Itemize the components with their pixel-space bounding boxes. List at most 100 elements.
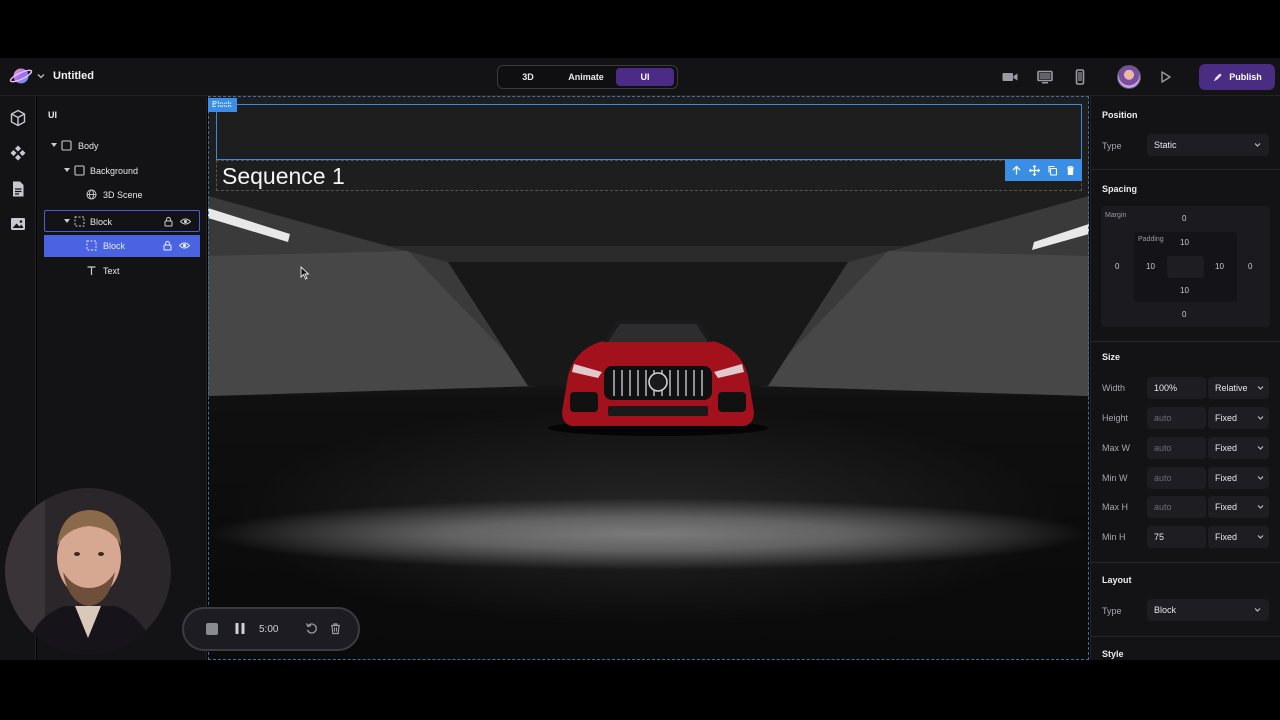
stop-recording-button[interactable]	[206, 623, 218, 635]
position-type-select[interactable]: Static	[1147, 134, 1269, 156]
margin-caption: Margin	[1105, 212, 1127, 219]
presenter-video-frame	[5, 488, 171, 654]
layer-label: Text	[103, 266, 120, 276]
app-logo-icon[interactable]	[9, 65, 33, 87]
width-input[interactable]: 100%	[1147, 377, 1206, 399]
margin-right-value[interactable]: 0	[1248, 262, 1252, 271]
eye-icon[interactable]	[180, 216, 191, 227]
rocket-icon	[1214, 73, 1222, 81]
tab-ui[interactable]: UI	[616, 68, 674, 86]
play-icon[interactable]	[1156, 68, 1174, 86]
max-height-unit-select[interactable]: Fixed	[1208, 496, 1269, 518]
position-type-label: Type	[1102, 141, 1122, 151]
sequence-heading-text[interactable]: Sequence 1	[222, 163, 345, 190]
layer-row-body[interactable]: Body	[44, 135, 200, 157]
publish-button[interactable]: Publish	[1199, 64, 1275, 90]
layer-row-3d-scene[interactable]: 3D Scene	[44, 184, 200, 206]
top-bar: Untitled 3D Animate UI Publish	[0, 58, 1280, 96]
eye-icon[interactable]	[179, 240, 190, 251]
user-avatar[interactable]	[1117, 65, 1141, 89]
max-width-label: Max W	[1102, 443, 1130, 453]
height-label: Height	[1102, 413, 1129, 423]
delete-icon[interactable]	[1065, 165, 1076, 176]
document-title[interactable]: Untitled	[53, 70, 94, 82]
move-icon[interactable]	[1029, 165, 1041, 176]
max-width-input[interactable]: auto	[1147, 437, 1206, 459]
caret-down-icon[interactable]	[51, 142, 57, 148]
height-unit-select[interactable]: Fixed	[1208, 407, 1269, 429]
tab-3d[interactable]: 3D	[500, 68, 556, 86]
text-element-outline[interactable]	[216, 160, 1082, 191]
min-width-unit-select[interactable]: Fixed	[1208, 467, 1269, 489]
layer-label: Block	[103, 241, 126, 251]
max-width-unit-value: Fixed	[1215, 443, 1238, 453]
image-icon[interactable]	[9, 215, 27, 233]
chevron-down-icon	[1254, 608, 1261, 612]
width-unit-value: Relative	[1215, 383, 1248, 393]
max-height-unit-value: Fixed	[1215, 502, 1238, 512]
chevron-down-icon	[1257, 446, 1264, 450]
layer-row-background[interactable]: Background	[44, 160, 200, 182]
car-image	[548, 320, 768, 436]
publish-label: Publish	[1229, 72, 1262, 82]
min-width-input[interactable]: auto	[1147, 467, 1206, 489]
letterbox-bottom	[0, 660, 1280, 720]
lock-icon[interactable]	[163, 216, 174, 227]
margin-top-value[interactable]: 0	[1182, 214, 1186, 223]
components-icon[interactable]	[9, 144, 27, 162]
page-icon[interactable]	[9, 180, 27, 198]
height-input[interactable]: auto	[1147, 407, 1206, 429]
padding-right-value[interactable]: 10	[1215, 262, 1224, 271]
trash-icon[interactable]	[329, 622, 342, 635]
section-divider	[1091, 341, 1280, 342]
max-width-unit-select[interactable]: Fixed	[1208, 437, 1269, 459]
chevron-down-icon	[1257, 416, 1264, 420]
padding-caption: Padding	[1138, 236, 1164, 243]
chevron-down-icon	[1257, 505, 1264, 509]
padding-left-value[interactable]: 10	[1146, 262, 1155, 271]
dashed-frame-icon	[74, 216, 85, 227]
arrow-up-icon[interactable]	[1011, 165, 1022, 176]
mobile-preview-icon[interactable]	[1071, 68, 1089, 86]
restart-icon[interactable]	[305, 622, 318, 635]
max-height-label: Max H	[1102, 502, 1129, 512]
layout-type-select[interactable]: Block	[1147, 599, 1269, 621]
padding-top-value[interactable]: 10	[1180, 238, 1189, 247]
width-unit-select[interactable]: Relative	[1208, 377, 1269, 399]
pause-icon[interactable]	[234, 622, 246, 635]
desktop-preview-icon[interactable]	[1036, 68, 1054, 86]
layout-type-value: Block	[1154, 605, 1177, 615]
section-divider	[1091, 169, 1280, 170]
duplicate-icon[interactable]	[1047, 165, 1058, 176]
layers-panel-title: UI	[48, 110, 57, 120]
min-width-unit-value: Fixed	[1215, 473, 1238, 483]
layout-section-title: Layout	[1102, 575, 1132, 585]
webcam-overlay	[5, 488, 171, 654]
margin-left-value[interactable]: 0	[1115, 262, 1119, 271]
layer-label: Body	[78, 141, 99, 151]
layer-row-block-selected[interactable]: Block	[44, 235, 200, 257]
text-icon	[87, 266, 96, 275]
caret-down-icon[interactable]	[64, 218, 70, 224]
padding-bottom-value[interactable]: 10	[1180, 286, 1189, 295]
margin-bottom-value[interactable]: 0	[1182, 310, 1186, 319]
tab-animate[interactable]: Animate	[556, 68, 616, 86]
selected-block-outline[interactable]	[216, 104, 1082, 160]
chevron-down-icon[interactable]	[37, 72, 45, 80]
caret-down-icon[interactable]	[64, 167, 70, 173]
max-height-input[interactable]: auto	[1147, 496, 1206, 518]
dashed-frame-icon	[86, 240, 97, 251]
chevron-down-icon	[1257, 535, 1264, 539]
layer-label: Block	[90, 217, 113, 227]
camera-icon[interactable]	[1001, 68, 1019, 86]
lock-icon[interactable]	[162, 240, 173, 251]
layer-row-block[interactable]: Block	[44, 210, 200, 232]
mouse-cursor-icon	[300, 266, 310, 280]
cube-icon[interactable]	[9, 109, 27, 127]
block-floating-toolbar	[1005, 160, 1082, 181]
chevron-down-icon	[1257, 386, 1264, 390]
layer-row-text[interactable]: Text	[44, 260, 200, 282]
min-height-input[interactable]: 75	[1147, 526, 1206, 548]
height-unit-value: Fixed	[1215, 413, 1238, 423]
min-height-unit-select[interactable]: Fixed	[1208, 526, 1269, 548]
